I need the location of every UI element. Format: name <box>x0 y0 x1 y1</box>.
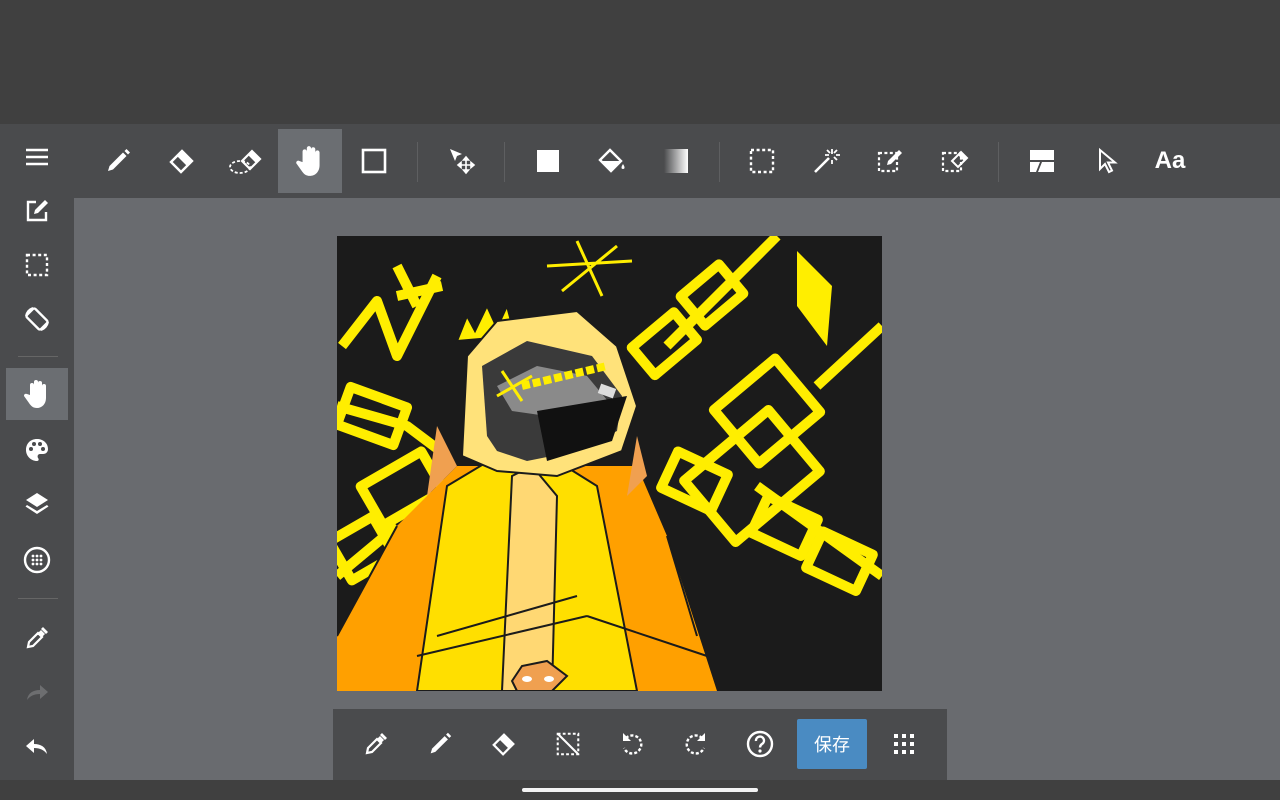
toolbar-divider <box>998 142 999 182</box>
hand-icon <box>296 146 320 176</box>
screen-rotation-icon <box>25 307 49 331</box>
rotate-right-button[interactable] <box>669 717 723 771</box>
redo-button[interactable] <box>6 666 68 718</box>
divide-panel-tool-button[interactable] <box>1010 129 1074 193</box>
bucket-fill-tool-button[interactable] <box>580 129 644 193</box>
pen-icon <box>430 732 452 754</box>
select-eraser-tool-button[interactable] <box>922 129 986 193</box>
toolbar-divider <box>417 142 418 182</box>
eraser-icon <box>492 733 515 756</box>
redo-icon <box>27 685 48 700</box>
undo-button[interactable] <box>6 720 68 772</box>
left-sidebar <box>0 124 74 780</box>
eraser-icon <box>169 149 194 174</box>
dotted-selection-icon <box>25 253 49 277</box>
dotted-selection-icon <box>749 148 775 174</box>
move-arrow-icon <box>450 149 476 175</box>
grid-dots-icon <box>894 734 914 754</box>
text-tool-label: Aa <box>1154 147 1186 174</box>
hand-button[interactable] <box>6 368 68 420</box>
pen-icon <box>108 149 130 171</box>
selection-eraser-icon <box>941 150 969 173</box>
selection-pen-icon <box>877 150 902 173</box>
layers-button[interactable] <box>6 478 68 530</box>
bottom-eyedropper-button[interactable] <box>349 717 403 771</box>
select-rect-tool-button[interactable] <box>730 129 794 193</box>
eyedropper-icon <box>26 627 48 649</box>
drawing-canvas[interactable] <box>337 236 882 691</box>
select-pen-tool-button[interactable] <box>858 129 922 193</box>
magic-wand-tool-button[interactable] <box>794 129 858 193</box>
system-navigation-bar <box>0 780 1280 800</box>
help-button[interactable] <box>733 717 787 771</box>
color-palette-button[interactable] <box>6 424 68 476</box>
blur-eraser-tool-button[interactable] <box>214 129 278 193</box>
save-button[interactable]: 保存 <box>797 719 867 769</box>
brush-settings-button[interactable] <box>6 534 68 586</box>
toolbar-divider <box>504 142 505 182</box>
palette-icon <box>26 439 48 461</box>
deselect-icon <box>556 732 580 756</box>
rotate-right-icon <box>685 733 706 755</box>
eyedropper-icon <box>365 733 387 755</box>
grid-menu-button[interactable] <box>877 717 931 771</box>
selection-button[interactable] <box>6 239 68 291</box>
move-tool-button[interactable] <box>430 129 494 193</box>
frame-divide-icon <box>1030 150 1054 172</box>
pen-tool-button[interactable] <box>86 129 150 193</box>
bottom-bar: 保存 <box>333 709 947 780</box>
help-circle-icon <box>746 730 774 758</box>
gradient-tool-button[interactable] <box>644 129 708 193</box>
hand-tool-button[interactable] <box>278 129 342 193</box>
edit-button[interactable] <box>6 185 68 237</box>
rotate-left-button[interactable] <box>605 717 659 771</box>
toolbar-divider <box>719 142 720 182</box>
shape-tool-button[interactable] <box>342 129 406 193</box>
cursor-arrow-icon <box>1099 147 1118 174</box>
eyedropper-button[interactable] <box>6 612 68 664</box>
deselect-button[interactable] <box>541 717 595 771</box>
paint-bucket-icon <box>598 148 625 173</box>
layers-icon <box>25 493 49 514</box>
top-toolbar: Aa <box>74 124 1280 198</box>
undo-icon <box>26 739 47 754</box>
artwork-illustration <box>337 236 882 691</box>
menu-button[interactable] <box>6 131 68 183</box>
fill-color-tool-button[interactable] <box>516 129 580 193</box>
square-outline-icon <box>361 148 387 174</box>
eraser-tool-button[interactable] <box>150 129 214 193</box>
filled-square-icon <box>537 150 559 172</box>
sidebar-divider <box>18 356 58 357</box>
hand-icon <box>23 380 46 408</box>
edit-icon <box>26 200 48 222</box>
soft-eraser-icon <box>229 149 262 174</box>
gradient-icon <box>664 149 688 173</box>
bottom-pen-button[interactable] <box>413 717 467 771</box>
hamburger-menu-icon <box>26 148 48 166</box>
magic-wand-icon <box>814 149 840 173</box>
home-gesture-handle[interactable] <box>522 788 758 792</box>
bottom-eraser-button[interactable] <box>477 717 531 771</box>
status-area <box>0 0 1280 124</box>
dotted-circle-icon <box>23 546 51 574</box>
text-tool-button[interactable]: Aa <box>1138 129 1202 193</box>
pointer-tool-button[interactable] <box>1074 129 1138 193</box>
rotate-lock-button[interactable] <box>6 293 68 345</box>
sidebar-divider <box>18 598 58 599</box>
rotate-left-icon <box>622 733 643 755</box>
